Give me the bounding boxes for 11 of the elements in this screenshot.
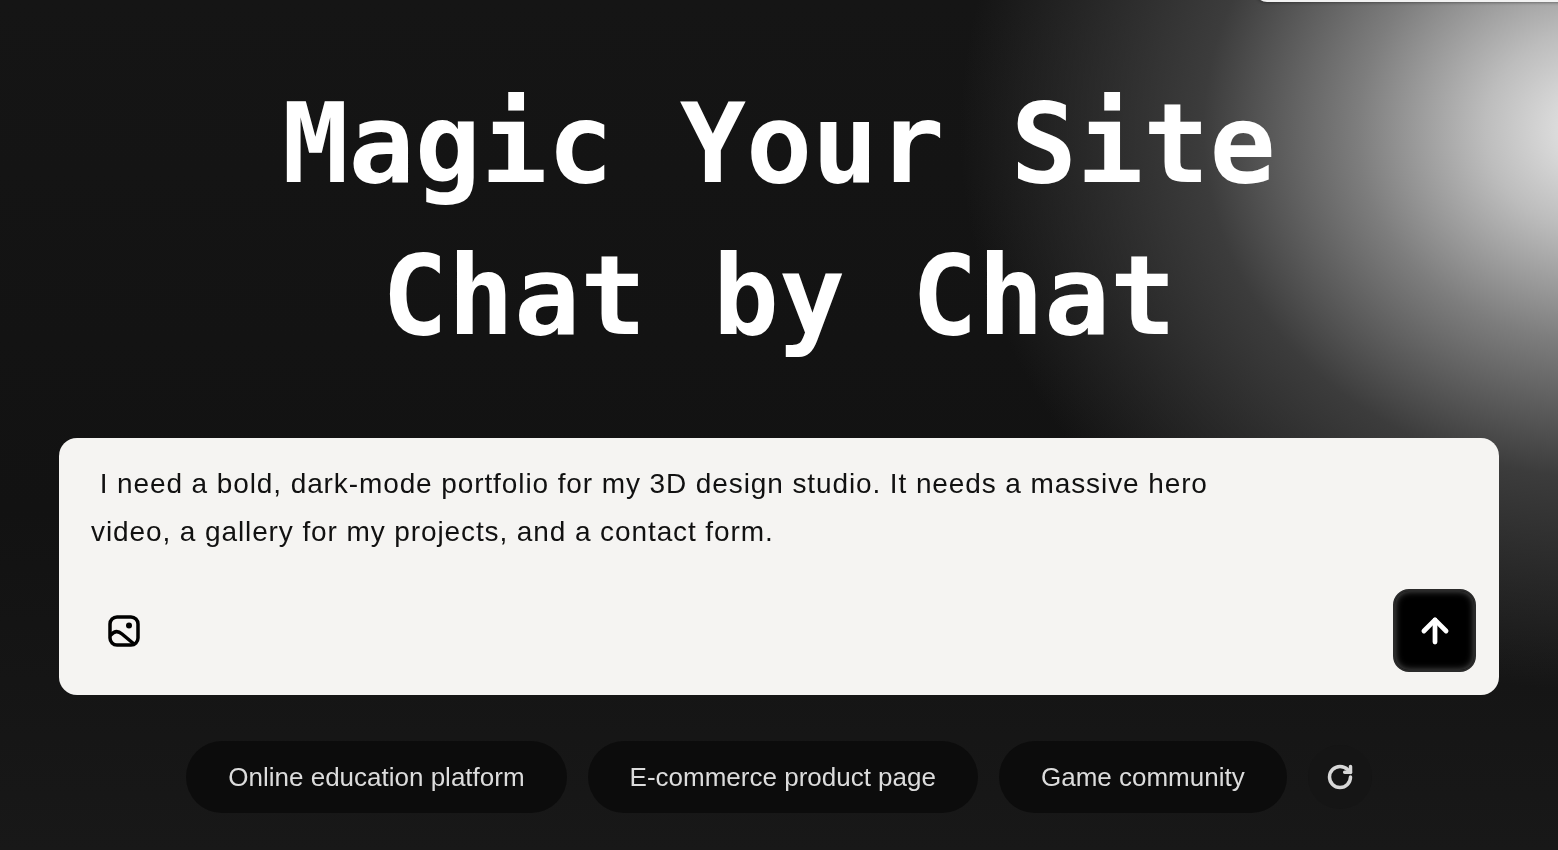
refresh-icon bbox=[1325, 763, 1354, 791]
suggestion-chip[interactable]: Online education platform bbox=[186, 741, 567, 813]
headline-line: Chat by Chat bbox=[381, 231, 1177, 362]
suggestion-chip[interactable]: E-commerce product page bbox=[587, 741, 978, 813]
send-button[interactable] bbox=[1393, 589, 1476, 672]
suggestion-chip[interactable]: Game community bbox=[998, 741, 1287, 813]
attach-image-button[interactable] bbox=[107, 613, 141, 648]
headline-line: Magic Your Site bbox=[282, 79, 1276, 210]
prompt-text[interactable]: I need a bold, dark-mode portfolio for my 3D design studio. It needs a massive hero video, a gallery for my projects, and a contact form. bbox=[91, 460, 1261, 560]
image-icon bbox=[108, 614, 140, 647]
prompt-box[interactable]: I need a bold, dark-mode portfolio for my 3D design studio. It needs a massive hero video, a gallery for my projects, and a contact form. bbox=[59, 438, 1499, 695]
